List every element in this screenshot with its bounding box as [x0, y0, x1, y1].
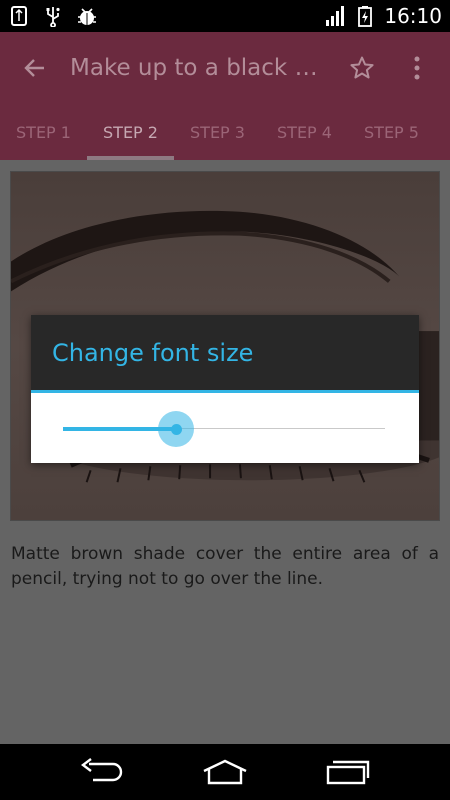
slider-thumb[interactable]: [171, 424, 182, 435]
tab-step-3[interactable]: STEP 3: [174, 104, 261, 160]
dialog-title: Change font size: [52, 338, 254, 367]
nav-recents-button[interactable]: [313, 744, 383, 800]
android-debug-icon: [78, 8, 96, 25]
status-right-icons: 16:10: [324, 4, 442, 28]
status-time: 16:10: [384, 4, 442, 28]
tab-step-2[interactable]: STEP 2: [87, 104, 174, 160]
back-button[interactable]: [0, 32, 70, 104]
recents-icon: [327, 760, 370, 785]
step-description: Matte brown shade cover the entire area …: [11, 544, 439, 589]
tab-step-4[interactable]: STEP 4: [261, 104, 348, 160]
nav-back-button[interactable]: [67, 744, 137, 800]
font-size-slider[interactable]: [63, 411, 385, 447]
page-title: Make up to a black d…: [70, 55, 332, 81]
star-outline-icon: [350, 56, 374, 79]
step-tabs: STEP 1 STEP 2 STEP 3 STEP 4 STEP 5: [0, 104, 450, 160]
usb-storage-icon: [11, 6, 27, 26]
nav-home-button[interactable]: [190, 744, 260, 800]
tab-step-1[interactable]: STEP 1: [0, 104, 87, 160]
status-left-icons: [8, 5, 98, 27]
navigation-bar: [0, 744, 450, 800]
battery-charging-icon: [358, 6, 373, 27]
more-options-button[interactable]: [392, 32, 442, 104]
tab-step-5[interactable]: STEP 5: [348, 104, 435, 160]
dialog-header: Change font size: [31, 315, 419, 393]
usb-icon: [46, 7, 60, 27]
app-bar: Make up to a black d… STEP 1 STEP 2 STEP…: [0, 32, 450, 160]
status-bar: 16:10: [0, 0, 450, 32]
more-vert-icon: [414, 56, 420, 80]
favorite-button[interactable]: [332, 32, 392, 104]
toolbar: Make up to a black d…: [0, 32, 450, 104]
back-icon: [80, 758, 122, 782]
arrow-back-icon: [24, 59, 44, 77]
signal-icon: [326, 6, 345, 26]
home-icon: [203, 759, 247, 785]
font-size-dialog: Change font size: [31, 315, 419, 463]
